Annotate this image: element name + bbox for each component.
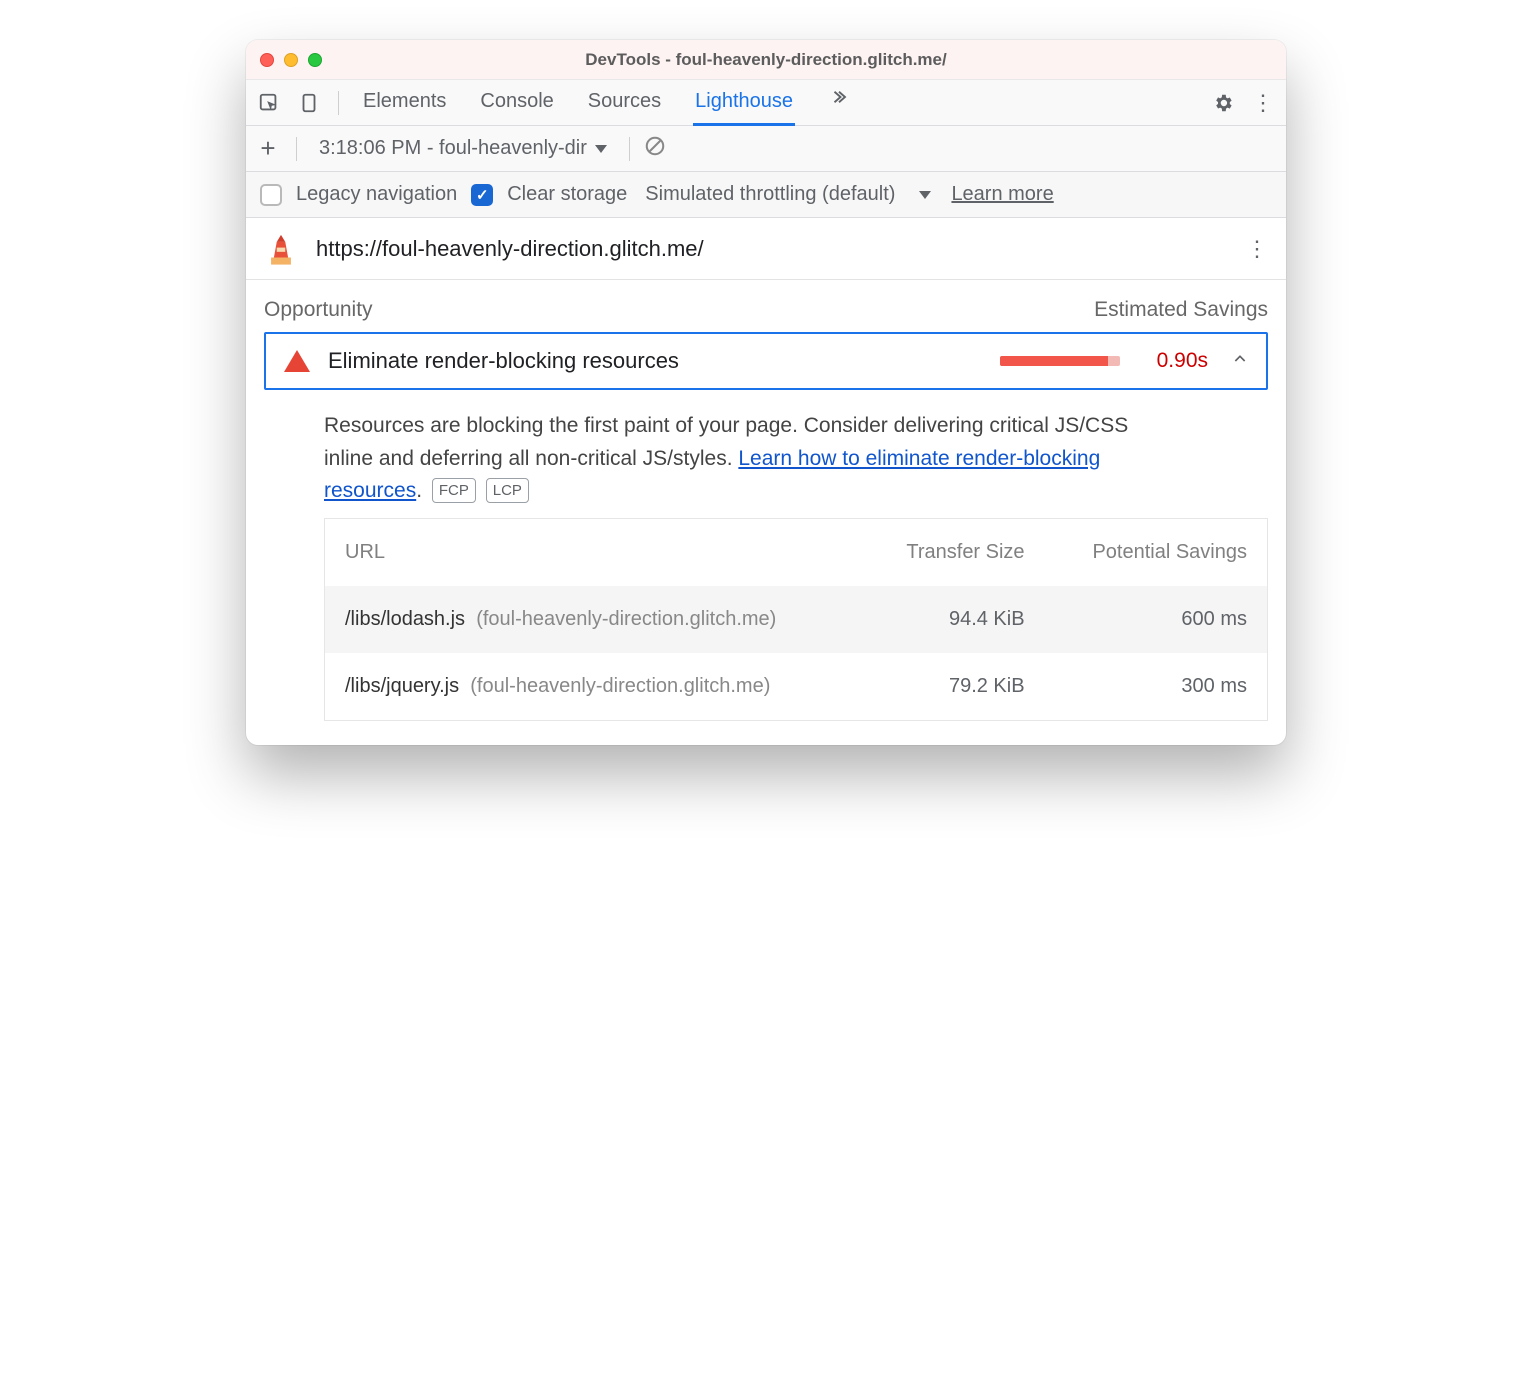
table-row: /libs/lodash.js (foul-heavenly-direction… (325, 586, 1268, 653)
separator (338, 91, 339, 115)
devtools-window: DevTools - foul-heavenly-direction.glitc… (246, 40, 1286, 745)
col-savings: Potential Savings (1045, 518, 1268, 586)
window-controls (260, 53, 322, 67)
savings-header: Estimated Savings (1094, 298, 1268, 322)
opportunity-title: Eliminate render-blocking resources (328, 348, 982, 374)
resource-path[interactable]: /libs/jquery.js (345, 675, 459, 697)
resource-host: (foul-heavenly-direction.glitch.me) (476, 608, 776, 630)
table-row: /libs/jquery.js (foul-heavenly-direction… (325, 653, 1268, 721)
col-url: URL (325, 518, 864, 586)
resource-host: (foul-heavenly-direction.glitch.me) (470, 675, 770, 697)
tab-lighthouse[interactable]: Lighthouse (693, 80, 795, 126)
table-header-row: URL Transfer Size Potential Savings (325, 518, 1268, 586)
settings-gear-icon[interactable] (1206, 86, 1240, 120)
report-content: Opportunity Estimated Savings Eliminate … (246, 280, 1286, 745)
lighthouse-icon (264, 232, 298, 266)
separator (629, 137, 630, 161)
clear-storage-label: Clear storage (507, 183, 627, 206)
report-menu-icon[interactable]: ⋮ (1246, 236, 1268, 262)
throttling-caret-icon[interactable] (919, 191, 931, 199)
clear-storage-checkbox[interactable] (471, 184, 493, 206)
titlebar: DevTools - foul-heavenly-direction.glitc… (246, 40, 1286, 80)
panel-tabs: Elements Console Sources Lighthouse (361, 80, 1200, 125)
window-title: DevTools - foul-heavenly-direction.glitc… (246, 50, 1286, 70)
maximize-window-button[interactable] (308, 53, 322, 67)
resource-path[interactable]: /libs/lodash.js (345, 608, 465, 630)
tab-elements[interactable]: Elements (361, 80, 448, 126)
tab-console[interactable]: Console (478, 80, 555, 126)
resource-savings: 600 ms (1045, 586, 1268, 653)
page-url: https://foul-heavenly-direction.glitch.m… (316, 236, 1228, 262)
inspect-element-icon[interactable] (252, 86, 286, 120)
opportunity-value: 0.90s (1138, 349, 1208, 373)
metric-badge-fcp: FCP (432, 478, 476, 503)
resource-size: 94.4 KiB (864, 586, 1045, 653)
col-size: Transfer Size (864, 518, 1045, 586)
separator (296, 137, 297, 161)
new-report-button[interactable]: + (254, 133, 282, 164)
legacy-navigation-label: Legacy navigation (296, 183, 457, 206)
report-urlbar: https://foul-heavenly-direction.glitch.m… (246, 218, 1286, 280)
clear-report-icon[interactable] (644, 135, 666, 163)
report-toolbar: + 3:18:06 PM - foul-heavenly-dir (246, 126, 1286, 172)
opportunity-description: Resources are blocking the first paint o… (264, 390, 1144, 518)
report-selector-label: 3:18:06 PM - foul-heavenly-dir (319, 137, 587, 160)
panel-tab-bar: Elements Console Sources Lighthouse ⋮ (246, 80, 1286, 126)
throttling-label: Simulated throttling (default) (645, 183, 895, 206)
opportunity-header: Opportunity (264, 298, 373, 322)
resource-savings: 300 ms (1045, 653, 1268, 721)
opportunity-item[interactable]: Eliminate render-blocking resources 0.90… (264, 332, 1268, 390)
more-tabs-icon[interactable] (825, 80, 859, 114)
options-toolbar: Legacy navigation Clear storage Simulate… (246, 172, 1286, 218)
tab-sources[interactable]: Sources (586, 80, 663, 126)
opportunity-header-row: Opportunity Estimated Savings (264, 280, 1268, 332)
caret-down-icon (595, 145, 607, 153)
metric-badge-lcp: LCP (486, 478, 529, 503)
device-toolbar-icon[interactable] (292, 86, 326, 120)
minimize-window-button[interactable] (284, 53, 298, 67)
fail-triangle-icon (284, 350, 310, 372)
close-window-button[interactable] (260, 53, 274, 67)
description-text-b: . (416, 479, 422, 502)
savings-bar (1000, 356, 1120, 366)
collapse-chevron-icon[interactable] (1226, 350, 1248, 373)
resource-size: 79.2 KiB (864, 653, 1045, 721)
report-selector[interactable]: 3:18:06 PM - foul-heavenly-dir (311, 137, 615, 160)
kebab-menu-icon[interactable]: ⋮ (1246, 86, 1280, 120)
savings-bar-fill (1000, 356, 1108, 366)
resources-table: URL Transfer Size Potential Savings /lib… (324, 518, 1268, 721)
learn-more-link[interactable]: Learn more (951, 183, 1053, 206)
legacy-navigation-checkbox[interactable] (260, 184, 282, 206)
